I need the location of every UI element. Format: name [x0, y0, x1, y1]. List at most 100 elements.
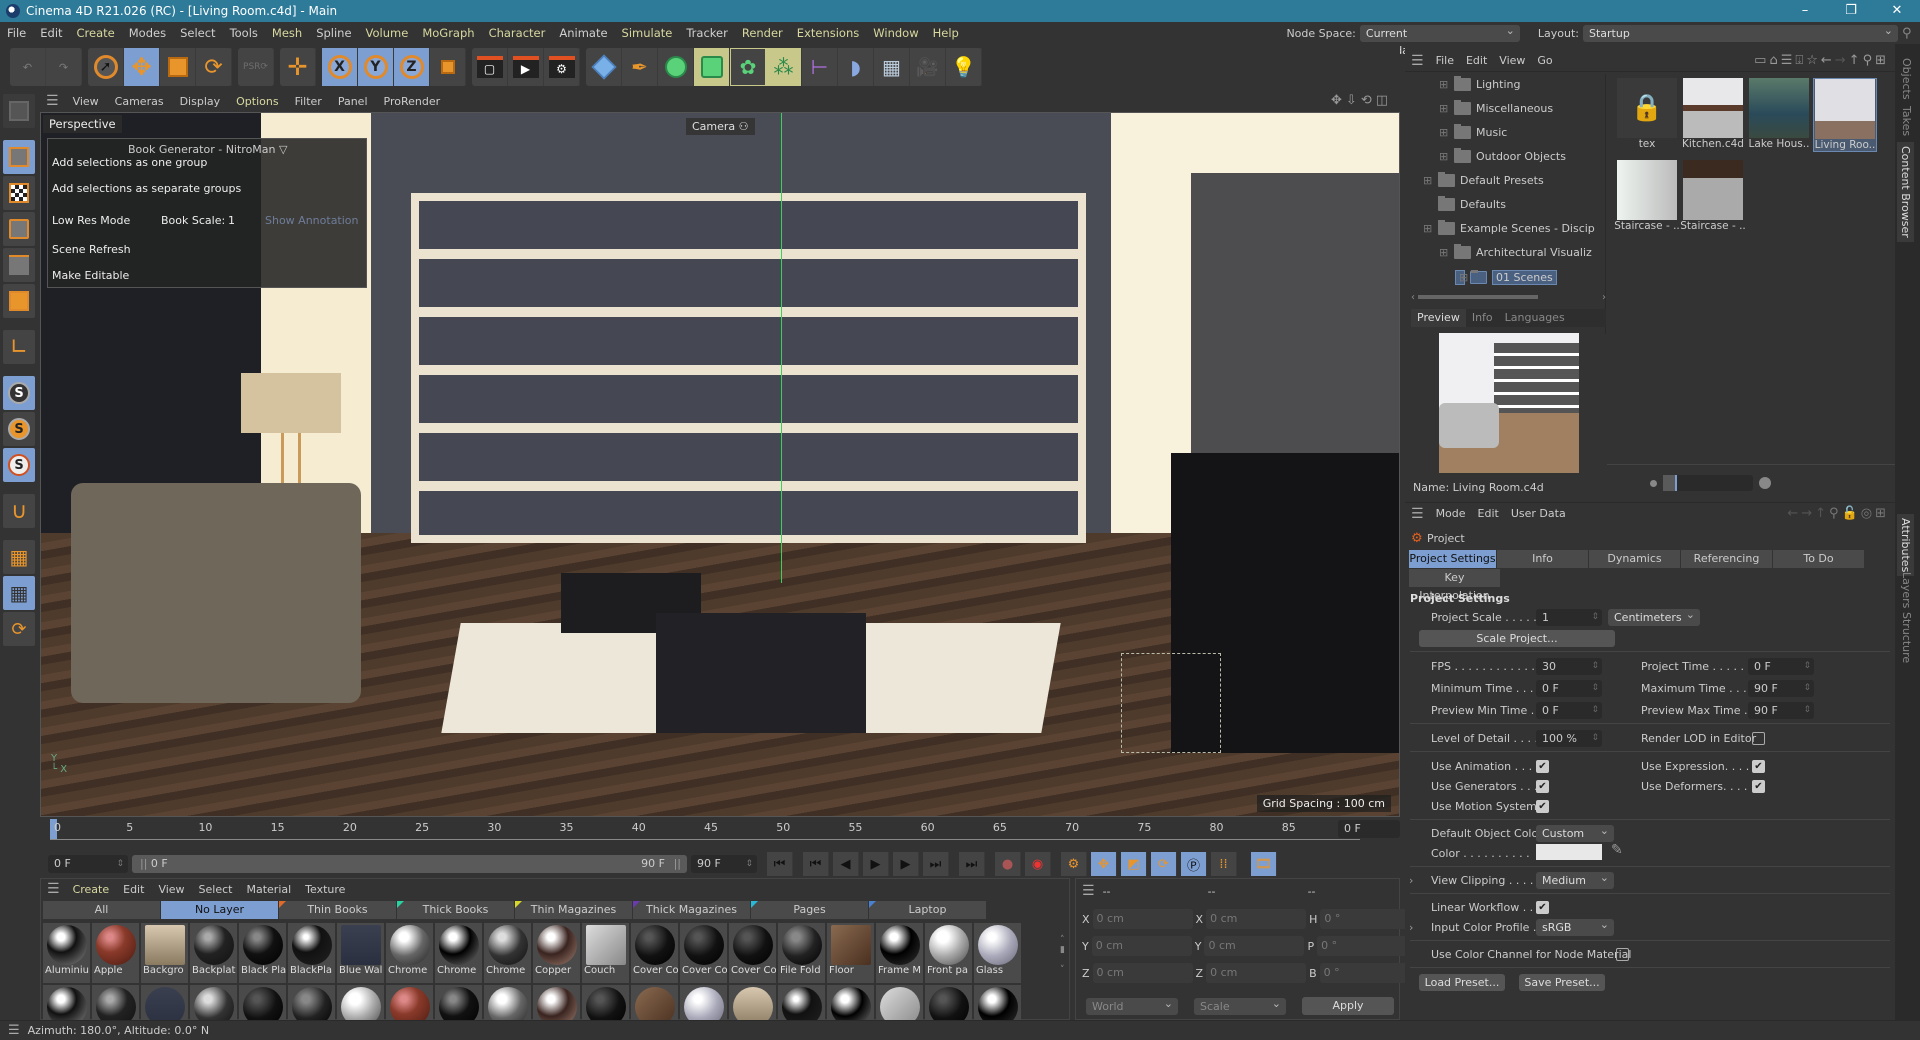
expand-icon[interactable]: ⊞ — [1439, 102, 1449, 115]
content-item[interactable]: 🔒 tex — [1615, 78, 1679, 150]
target-icon[interactable]: ◎ — [1861, 506, 1875, 521]
menu-spline[interactable]: Spline — [309, 26, 358, 40]
material-swatch[interactable] — [92, 985, 139, 1021]
tree-node[interactable]: ⊞ Outdoor Objects — [1439, 148, 1566, 163]
move-icon[interactable]: ✥ — [124, 48, 160, 86]
position-x-field[interactable]: 0 cm — [1092, 909, 1193, 929]
save-preset-button[interactable]: Save Preset... — [1519, 974, 1605, 991]
material-swatch[interactable] — [484, 985, 531, 1021]
tree-node[interactable]: ⊞ Lighting — [1439, 76, 1520, 91]
size-y-field[interactable]: 0 cm — [1204, 936, 1305, 956]
low-res-mode-button[interactable]: Low Res Mode — [52, 214, 130, 227]
expand-icon[interactable]: ⊞ — [1439, 126, 1449, 139]
thumbnail-size-slider[interactable] — [1650, 474, 1780, 492]
x-axis-icon[interactable]: X — [322, 48, 358, 86]
hamburger-icon[interactable]: ☰ — [1405, 506, 1430, 522]
snap-active-icon[interactable]: S — [3, 448, 35, 482]
content-item[interactable]: Staircase - .. — [1614, 160, 1680, 232]
bend-icon[interactable]: ⊢ — [802, 48, 838, 86]
expand-arrow-icon[interactable]: › — [1409, 874, 1413, 887]
menu-tools[interactable]: Tools — [223, 26, 265, 40]
tree-node[interactable]: ⊞ Miscellaneous — [1439, 100, 1553, 115]
size-mode-dropdown[interactable]: Scale — [1194, 995, 1286, 1015]
size-z-field[interactable]: 0 cm — [1206, 963, 1307, 983]
material-swatch[interactable] — [337, 985, 384, 1021]
restore-button[interactable]: ❐ — [1828, 0, 1874, 22]
tree-node[interactable]: Defaults — [1423, 196, 1506, 211]
material-tab[interactable]: Thick Magazines — [633, 901, 751, 919]
expand-icon[interactable]: ⊞ — [1439, 78, 1449, 91]
input-color-profile-dropdown[interactable]: sRGB — [1536, 916, 1614, 936]
key-scale-icon[interactable]: ◩ — [1121, 852, 1147, 876]
material-swatch[interactable]: Chrome — [484, 923, 531, 983]
tree-node[interactable]: ⊞ Example Scenes - Discip — [1423, 220, 1595, 235]
apply-button[interactable]: Apply — [1302, 997, 1394, 1015]
minimize-button[interactable]: – — [1782, 0, 1828, 22]
add-selections-one-group-button[interactable]: Add selections as one group — [52, 156, 207, 169]
coordinate-mode-dropdown[interactable]: World — [1086, 995, 1178, 1015]
camera-label[interactable]: Camera ⚇ — [686, 118, 755, 135]
autokeying-icon[interactable]: ◉ — [1025, 852, 1051, 876]
tree-node[interactable]: ⊞ 01 Scenes — [1455, 270, 1557, 285]
go-to-next-key-button[interactable]: ⏭ — [923, 852, 949, 876]
material-swatch[interactable] — [435, 985, 482, 1021]
material-swatch[interactable]: Backplat — [190, 923, 237, 983]
star-icon[interactable]: ☆ — [1806, 53, 1821, 68]
viewport-nav-icons[interactable]: ✥⇩⟲◫ — [1331, 93, 1392, 108]
menu-volume[interactable]: Volume — [359, 26, 416, 40]
range-start-handle[interactable]: || — [132, 857, 147, 870]
material-tab[interactable]: All — [43, 901, 161, 919]
material-tab[interactable]: Thick Books — [397, 901, 515, 919]
maximum-time-field[interactable]: 90 F — [1748, 680, 1814, 697]
hamburger-icon[interactable]: ☰ — [40, 93, 65, 109]
material-swatch[interactable]: Cover Co — [729, 923, 776, 983]
material-swatch[interactable] — [925, 985, 972, 1021]
viewport-menu-filter[interactable]: Filter — [287, 95, 330, 108]
show-annotation-button[interactable]: Show Annotation — [265, 214, 359, 227]
view-clipping-dropdown[interactable]: Medium — [1536, 869, 1614, 889]
render-settings-icon[interactable]: ⚙ — [544, 48, 580, 86]
cloner-icon[interactable]: ✿ — [730, 48, 766, 86]
catalog-icon[interactable]: ⍗ — [1795, 53, 1806, 68]
material-swatch[interactable]: Backgro — [141, 923, 188, 983]
locked-workplane-icon[interactable]: ▦ — [3, 576, 35, 610]
go-to-start-button[interactable]: ⏮ — [767, 852, 793, 876]
floor-icon[interactable]: ▦ — [874, 48, 910, 86]
material-swatch[interactable]: Copper — [533, 923, 580, 983]
tab-takes[interactable]: Takes — [1900, 106, 1913, 136]
use-generators-checkbox[interactable]: ✔ — [1536, 780, 1549, 793]
cb-menu-go[interactable]: Go — [1531, 54, 1558, 67]
extrude-icon[interactable] — [694, 48, 730, 86]
material-swatch[interactable] — [827, 985, 874, 1021]
magnet-icon[interactable]: ∪ — [3, 494, 35, 528]
lock-icon[interactable]: 🔓 — [1842, 506, 1861, 521]
undo-icon[interactable]: ↶ — [10, 48, 46, 86]
material-menu-view[interactable]: View — [151, 883, 191, 896]
menu-simulate[interactable]: Simulate — [615, 26, 680, 40]
hamburger-icon[interactable]: ☰ — [0, 1023, 28, 1038]
add-selections-separate-groups-button[interactable]: Add selections as separate groups — [52, 182, 241, 195]
project-scale-field[interactable]: 1 — [1536, 609, 1602, 626]
book-generator-title[interactable]: Book Generator - NitroMan ▽ — [128, 143, 287, 156]
home-icon[interactable]: ⌂ — [1769, 53, 1780, 68]
material-swatch[interactable] — [582, 985, 629, 1021]
material-swatch[interactable] — [876, 985, 923, 1021]
workplane-refresh-icon[interactable]: ⟳ — [3, 612, 35, 646]
use-color-channel-checkbox[interactable] — [1616, 948, 1629, 961]
use-animation-checkbox[interactable]: ✔ — [1536, 760, 1549, 773]
subdivision-icon[interactable] — [658, 48, 694, 86]
cb-menu-file[interactable]: File — [1430, 54, 1460, 67]
next-frame-button[interactable]: ▶ — [893, 852, 919, 876]
use-motion-system-checkbox[interactable]: ✔ — [1536, 800, 1549, 813]
material-swatch[interactable]: Glass — [974, 923, 1021, 983]
material-swatch[interactable]: Cover Co — [680, 923, 727, 983]
material-menu-edit[interactable]: Edit — [116, 883, 151, 896]
edges-mode-icon[interactable] — [3, 248, 35, 282]
material-swatch[interactable] — [190, 985, 237, 1021]
filter-icon[interactable]: ☰ — [1781, 53, 1796, 68]
content-item[interactable]: Kitchen.c4d — [1681, 78, 1745, 150]
psr-icon[interactable]: PSR⟳ — [238, 48, 274, 86]
tab-content-browser[interactable]: Content Browser — [1897, 142, 1914, 242]
material-swatch[interactable]: File Fold — [778, 923, 825, 983]
go-to-previous-key-button[interactable]: ⏮ — [803, 852, 829, 876]
